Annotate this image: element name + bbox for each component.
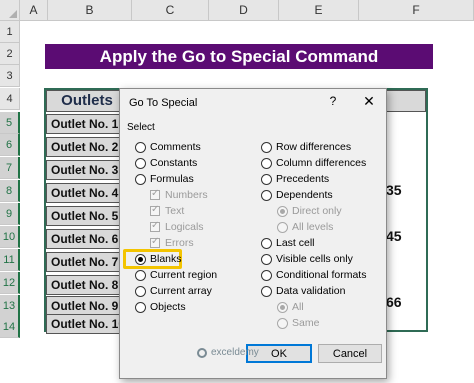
radio-icon[interactable] — [135, 269, 146, 281]
option-validation-same: Same — [277, 316, 319, 330]
checkbox-icon — [150, 204, 160, 216]
dialog-title: Go To Special — [129, 97, 198, 109]
select-all-corner[interactable] — [0, 0, 20, 21]
outlet-cell[interactable]: Outlet No. 3 — [46, 160, 128, 180]
checkbox-text: Text — [150, 204, 184, 218]
option-all-levels: All levels — [277, 220, 333, 234]
option-objects[interactable]: Objects — [135, 300, 186, 314]
option-blanks[interactable]: Blanks — [135, 252, 182, 266]
outlet-cell[interactable]: Outlet No. 4 — [46, 183, 128, 203]
checkbox-errors: Errors — [150, 236, 194, 250]
checkbox-icon — [150, 188, 160, 200]
option-current-array[interactable]: Current array — [135, 284, 212, 298]
row-header-7[interactable]: 7 — [0, 157, 20, 179]
header-outlets: Outlets — [46, 90, 128, 112]
row-header-11[interactable]: 11 — [0, 249, 20, 271]
checkbox-icon — [150, 236, 160, 248]
row-header-9[interactable]: 9 — [0, 203, 20, 225]
option-constants[interactable]: Constants — [135, 156, 197, 170]
radio-icon[interactable] — [261, 141, 272, 153]
radio-icon[interactable] — [135, 301, 146, 313]
column-header-e[interactable]: E — [279, 0, 359, 21]
radio-icon[interactable] — [261, 173, 272, 185]
row-header-1[interactable]: 1 — [0, 21, 20, 43]
checkbox-icon — [150, 220, 160, 232]
column-header-d[interactable]: D — [209, 0, 279, 21]
outlet-cell[interactable]: Outlet No. 6 — [46, 229, 128, 249]
watermark: exceldemy — [197, 347, 259, 358]
option-row-differences[interactable]: Row differences — [261, 140, 351, 154]
row-header-13[interactable]: 13 — [0, 295, 20, 317]
select-group-label: Select — [127, 122, 155, 133]
column-header-a[interactable]: A — [20, 0, 48, 21]
radio-icon — [277, 205, 288, 217]
radio-icon[interactable] — [135, 173, 146, 185]
radio-icon[interactable] — [261, 269, 272, 281]
option-conditional-formats[interactable]: Conditional formats — [261, 268, 366, 282]
radio-icon[interactable] — [135, 141, 146, 153]
radio-icon[interactable] — [261, 157, 272, 169]
outlet-cell[interactable]: Outlet No. 8 — [46, 275, 128, 295]
logo-icon — [197, 347, 207, 358]
radio-icon — [277, 301, 288, 313]
radio-icon[interactable] — [261, 189, 272, 201]
option-last-cell[interactable]: Last cell — [261, 236, 315, 250]
row-header-6[interactable]: 6 — [0, 134, 20, 156]
column-header-f[interactable]: F — [359, 0, 474, 21]
outlet-cell[interactable]: Outlet No. 2 — [46, 137, 128, 157]
outlet-cell[interactable]: Outlet No. 5 — [46, 206, 128, 226]
option-column-differences[interactable]: Column differences — [261, 156, 366, 170]
row-header-2[interactable]: 2 — [0, 43, 20, 65]
cancel-button[interactable]: Cancel — [318, 344, 382, 363]
radio-icon[interactable] — [135, 253, 146, 265]
row-header-12[interactable]: 12 — [0, 272, 20, 294]
option-precedents[interactable]: Precedents — [261, 172, 329, 186]
option-comments[interactable]: Comments — [135, 140, 201, 154]
radio-icon — [277, 317, 288, 329]
close-icon[interactable]: ✕ — [362, 93, 376, 110]
go-to-special-dialog: Go To Special ? ✕ Select Comments Consta… — [119, 88, 387, 379]
option-data-validation[interactable]: Data validation — [261, 284, 345, 298]
help-icon[interactable]: ? — [326, 94, 340, 108]
checkbox-numbers: Numbers — [150, 188, 208, 202]
radio-icon[interactable] — [261, 253, 272, 265]
checkbox-logicals: Logicals — [150, 220, 204, 234]
sheet-title-banner: Apply the Go to Special Command — [45, 44, 433, 69]
radio-icon[interactable] — [135, 285, 146, 297]
value-cell-row10[interactable]: 45 — [386, 228, 402, 244]
radio-icon[interactable] — [261, 237, 272, 249]
column-header-c[interactable]: C — [132, 0, 209, 21]
row-header-10[interactable]: 10 — [0, 226, 20, 248]
row-header-8[interactable]: 8 — [0, 180, 20, 202]
outlet-cell[interactable]: Outlet No. 10 — [46, 314, 128, 334]
option-current-region[interactable]: Current region — [135, 268, 217, 282]
option-visible-cells-only[interactable]: Visible cells only — [261, 252, 353, 266]
option-validation-all: All — [277, 300, 304, 314]
option-formulas[interactable]: Formulas — [135, 172, 194, 186]
outlet-cell[interactable]: Outlet No. 9 — [46, 296, 128, 316]
column-header-b[interactable]: B — [48, 0, 132, 21]
outlet-cell[interactable]: Outlet No. 7 — [46, 252, 128, 272]
row-header-14[interactable]: 14 — [0, 316, 20, 338]
radio-icon — [277, 221, 288, 233]
value-cell-row13[interactable]: 66 — [386, 294, 402, 310]
value-cell-row8[interactable]: 35 — [386, 182, 402, 198]
radio-icon[interactable] — [261, 285, 272, 297]
outlet-cell[interactable]: Outlet No. 1 — [46, 114, 128, 134]
option-direct-only: Direct only — [277, 204, 342, 218]
row-header-3[interactable]: 3 — [0, 65, 20, 87]
option-dependents[interactable]: Dependents — [261, 188, 333, 202]
row-header-4[interactable]: 4 — [0, 88, 20, 110]
radio-icon[interactable] — [135, 157, 146, 169]
row-header-5[interactable]: 5 — [0, 112, 20, 134]
